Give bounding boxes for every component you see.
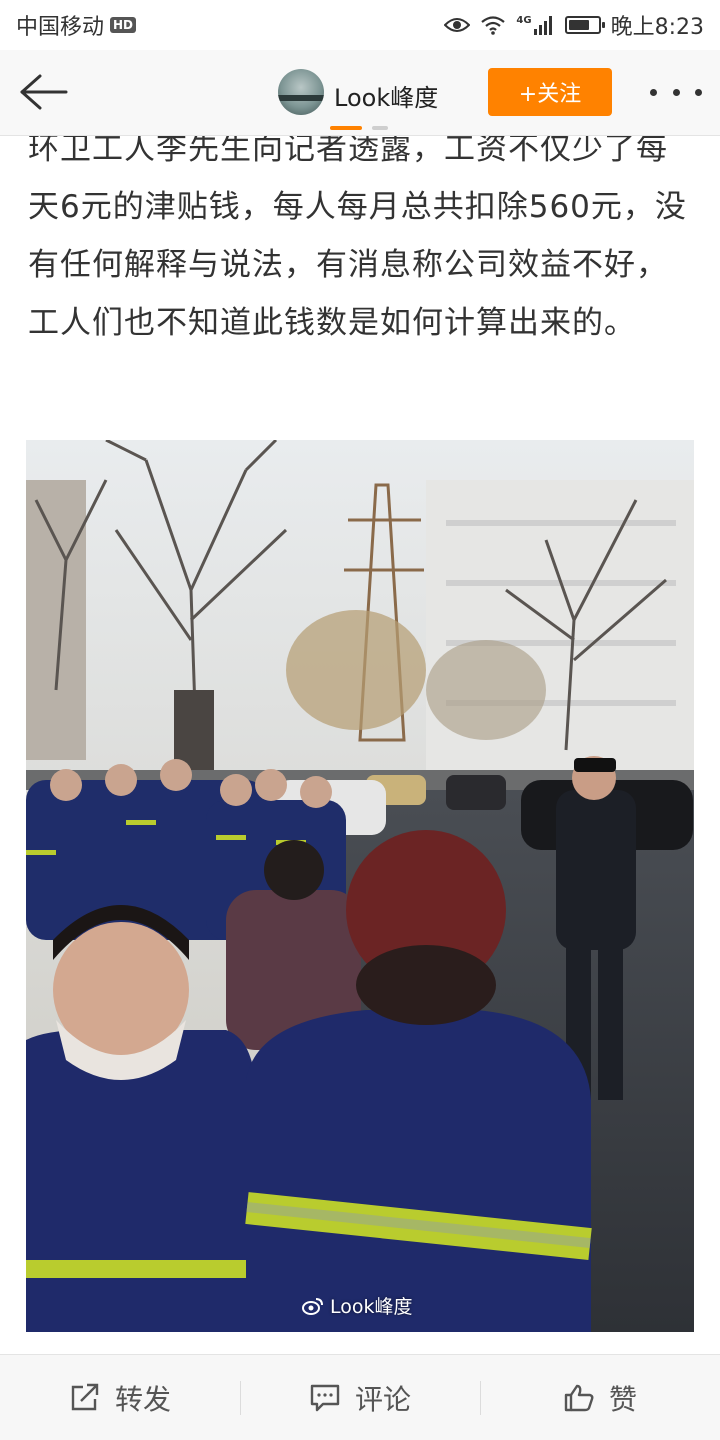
wifi-icon bbox=[480, 15, 506, 35]
network-type: 4G bbox=[516, 15, 532, 26]
bottom-toolbar: 转发 评论 赞 bbox=[0, 1354, 720, 1440]
back-button[interactable] bbox=[18, 70, 70, 114]
like-button[interactable]: 赞 bbox=[480, 1355, 720, 1440]
comment-icon bbox=[310, 1384, 340, 1411]
top-nav-bar: Look峰度 +关注 bbox=[0, 50, 720, 136]
comment-label: 评论 bbox=[354, 1382, 411, 1416]
more-dot bbox=[695, 88, 702, 96]
back-arrow-icon bbox=[20, 74, 68, 110]
repost-label: 转发 bbox=[114, 1382, 171, 1416]
thumbs-up-icon bbox=[564, 1384, 594, 1411]
comment-button[interactable]: 评论 bbox=[240, 1355, 480, 1440]
more-dot bbox=[672, 88, 680, 96]
battery-fill bbox=[568, 20, 589, 30]
account-name[interactable]: Look峰度 bbox=[334, 78, 438, 113]
eye-icon bbox=[444, 16, 471, 34]
like-label: 赞 bbox=[608, 1382, 637, 1416]
article-body: 环卫工人李先生向记者透露，工资不仅少了每天6元的津贴钱，每人每月总共扣除560元… bbox=[0, 120, 720, 352]
page-indicator bbox=[330, 126, 388, 130]
carrier-name: 中国移动 bbox=[16, 15, 105, 40]
watermark-text: Look峰度 bbox=[330, 1296, 413, 1318]
clock: 晚上8:23 bbox=[610, 15, 704, 40]
article-paragraph: 环卫工人李先生向记者透露，工资不仅少了每天6元的津贴钱，每人每月总共扣除560元… bbox=[28, 131, 687, 341]
hd-badge: HD bbox=[110, 17, 137, 33]
status-right: 4G 晚上8:23 bbox=[444, 9, 704, 41]
repost-button[interactable]: 转发 bbox=[0, 1355, 240, 1440]
page-indicator-active bbox=[330, 126, 362, 130]
article-photo[interactable]: Look峰度 bbox=[26, 440, 694, 1332]
status-bar: 中国移动 HD 4G 晚上8:23 bbox=[0, 0, 720, 50]
battery-icon bbox=[564, 16, 605, 34]
signal-icon: 4G bbox=[516, 15, 554, 35]
photo-watermark: Look峰度 bbox=[302, 1292, 413, 1319]
more-dots-icon[interactable] bbox=[650, 78, 702, 106]
status-left: 中国移动 HD bbox=[16, 9, 137, 41]
more-dot bbox=[650, 88, 657, 96]
follow-button[interactable]: +关注 bbox=[488, 68, 612, 116]
weibo-logo-icon bbox=[302, 1296, 324, 1316]
account-avatar[interactable] bbox=[278, 69, 324, 115]
share-icon bbox=[71, 1383, 99, 1410]
photo-street-protest bbox=[26, 440, 694, 1332]
page-indicator-inactive bbox=[372, 126, 388, 130]
